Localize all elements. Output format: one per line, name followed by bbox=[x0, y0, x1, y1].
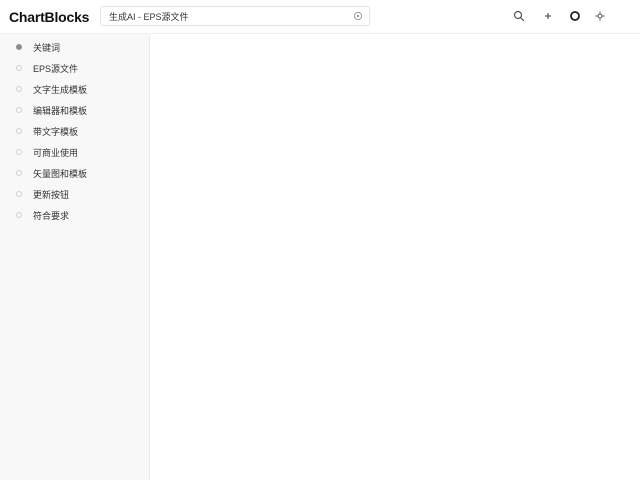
settings-icon[interactable] bbox=[594, 10, 606, 22]
sidebar-item-label: 矢量图和模板 bbox=[33, 169, 88, 179]
sidebar-item-label: 带文字模板 bbox=[33, 127, 79, 137]
sidebar-item-label: 关键词 bbox=[33, 43, 61, 53]
app-logo[interactable]: ChartBlocks bbox=[9, 9, 89, 25]
sidebar-item-label: 符合要求 bbox=[33, 211, 70, 221]
nav-dot-icon bbox=[16, 107, 22, 113]
main-content-area bbox=[150, 34, 640, 480]
sidebar-item-keywords[interactable]: 关键词 bbox=[0, 36, 149, 56]
sidebar-item-editor-templates[interactable]: 编辑器和模板 bbox=[0, 99, 149, 119]
nav-dot-icon bbox=[16, 86, 22, 92]
nav-dot-icon bbox=[16, 170, 22, 176]
nav-dot-icon bbox=[16, 128, 22, 134]
top-bar: ChartBlocks 生成AI - EPS源文件 bbox=[0, 0, 640, 34]
sidebar-item-eps-files[interactable]: EPS源文件 bbox=[0, 57, 149, 77]
app-window: ChartBlocks 生成AI - EPS源文件 关键词 EPS源文件 文字生… bbox=[0, 0, 640, 480]
sidebar-item-label: 文字生成模板 bbox=[33, 85, 88, 95]
sidebar-item-label: EPS源文件 bbox=[33, 64, 79, 74]
sidebar-item-update[interactable]: 更新按钮 bbox=[0, 183, 149, 203]
circle-icon[interactable] bbox=[569, 10, 581, 22]
sidebar-item-vectors[interactable]: 矢量图和模板 bbox=[0, 162, 149, 182]
sidebar-item-label: 编辑器和模板 bbox=[33, 106, 88, 116]
sidebar: 关键词 EPS源文件 文字生成模板 编辑器和模板 带文字模板 可商业使用 矢量图… bbox=[0, 34, 150, 480]
search-input-value: 生成AI - EPS源文件 bbox=[109, 12, 189, 22]
plus-icon[interactable] bbox=[542, 10, 554, 22]
search-icon[interactable] bbox=[513, 10, 525, 22]
sidebar-item-label: 可商业使用 bbox=[33, 148, 79, 158]
nav-dot-icon bbox=[16, 65, 22, 71]
sidebar-item-templates-with-text[interactable]: 带文字模板 bbox=[0, 120, 149, 140]
nav-dot-icon bbox=[16, 149, 22, 155]
sidebar-item-requirements[interactable]: 符合要求 bbox=[0, 204, 149, 224]
nav-dot-icon bbox=[16, 212, 22, 218]
nav-dot-icon bbox=[16, 44, 22, 50]
sidebar-item-text-templates[interactable]: 文字生成模板 bbox=[0, 78, 149, 98]
search-input[interactable]: 生成AI - EPS源文件 bbox=[100, 6, 370, 26]
clear-search-icon[interactable] bbox=[353, 11, 363, 21]
sidebar-item-commercial-use[interactable]: 可商业使用 bbox=[0, 141, 149, 161]
sidebar-item-label: 更新按钮 bbox=[33, 190, 70, 200]
nav-dot-icon bbox=[16, 191, 22, 197]
